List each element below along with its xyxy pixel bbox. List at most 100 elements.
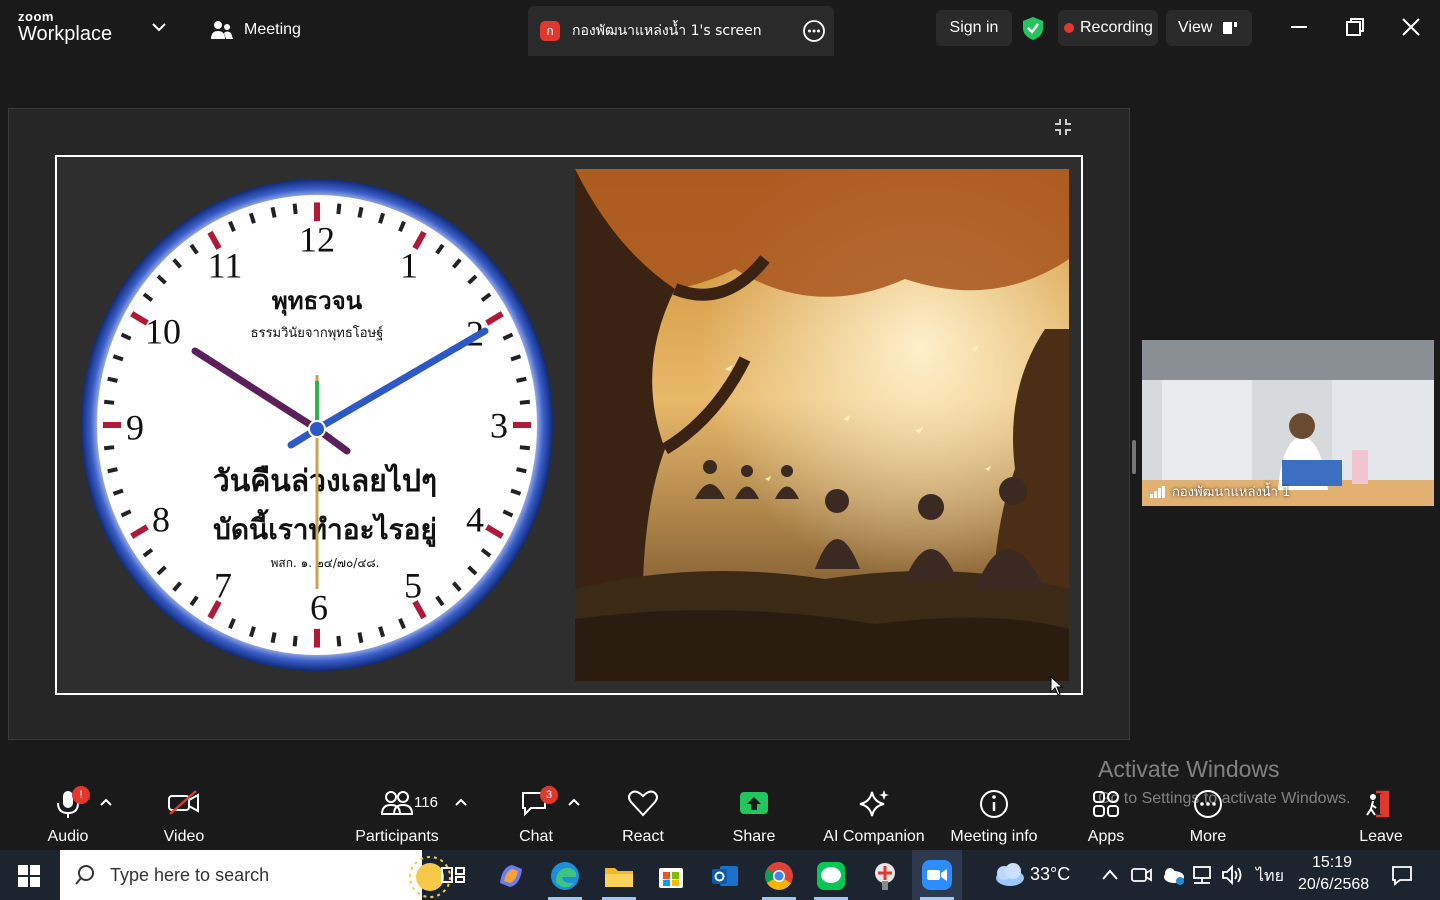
edge-browser-icon[interactable] — [548, 859, 582, 893]
sparkle-icon — [859, 790, 889, 817]
title-bar: zoom Workplace Meeting ก กองพัฒนาแหล่งน้… — [0, 0, 1440, 58]
audio-options-caret-icon[interactable] — [100, 798, 112, 806]
input-language[interactable]: ไทย — [1256, 864, 1284, 889]
participants-icon — [380, 791, 414, 815]
screen-share-banner[interactable]: ก กองพัฒนาแหล่งน้ำ 1's screen — [528, 6, 834, 56]
react-button[interactable]: React — [616, 784, 670, 846]
clock-numeral-6: 6 — [310, 587, 328, 627]
meeting-toolbar: ! Audio Video Participants 116 3 Chat Re… — [0, 778, 1440, 848]
security-shield-icon[interactable] — [1020, 15, 1046, 41]
clock-line-1: วันคืนล่วงเลยไปๆ — [213, 463, 437, 499]
clock-tick — [336, 635, 342, 647]
clock-numeral-9: 9 — [126, 407, 144, 447]
meeting-info-button[interactable]: Meeting info — [944, 784, 1044, 846]
video-label: Video — [163, 828, 205, 845]
clock-subtitle: ธรรมวินัยจากพุทธโอษฐ์ — [251, 325, 384, 341]
clock-tick — [357, 632, 364, 644]
weather-temperature[interactable]: 33°C — [1030, 864, 1070, 885]
clock-tick — [516, 376, 527, 383]
clock-numeral-8: 8 — [152, 499, 170, 539]
video-button[interactable]: Video — [156, 784, 212, 846]
taskbar-search-box[interactable]: Type here to search — [60, 850, 451, 900]
leave-door-icon — [1366, 790, 1390, 818]
camera-tray-icon[interactable] — [1130, 864, 1152, 886]
notifications-icon[interactable] — [1390, 864, 1414, 886]
leave-label: Leave — [1359, 828, 1403, 845]
clock-numeral-3: 3 — [490, 405, 508, 445]
chat-button[interactable]: 3 Chat — [514, 784, 558, 846]
volume-icon[interactable] — [1220, 864, 1244, 886]
share-button[interactable]: Share — [726, 784, 782, 846]
recording-indicator[interactable]: Recording — [1058, 10, 1158, 46]
copilot-icon[interactable] — [494, 859, 528, 893]
microsoft-store-icon[interactable] — [654, 859, 688, 893]
clock-numeral-10: 10 — [145, 311, 181, 351]
apps-label: Apps — [1087, 828, 1125, 845]
share-screen-icon — [740, 792, 768, 814]
react-label: React — [622, 828, 664, 845]
shared-screen-area[interactable]: 12 1 2 3 4 5 6 7 8 9 10 11 พุทธวจน ธรรมว… — [8, 108, 1130, 740]
snipping-tool-icon[interactable] — [868, 859, 902, 893]
meeting-info-label: Meeting info — [950, 828, 1038, 845]
clock-tick — [292, 635, 298, 647]
recording-label: Recording — [1080, 19, 1153, 36]
outlook-icon[interactable] — [708, 859, 742, 893]
more-icon — [1194, 790, 1222, 818]
participants-label: Participants — [355, 828, 439, 845]
task-view-icon[interactable] — [436, 859, 470, 893]
clock-title: พุทธวจน — [272, 287, 363, 317]
clock-tick — [519, 445, 531, 451]
presentation-slide: 12 1 2 3 4 5 6 7 8 9 10 11 พุทธวจน ธรรมว… — [55, 155, 1083, 695]
close-icon[interactable] — [1398, 14, 1424, 40]
clock-tick — [107, 376, 118, 383]
windows-start-icon[interactable] — [18, 865, 40, 887]
participant-name-tag: กองพัฒนาแหล่งน้ำ 1 — [1150, 481, 1290, 502]
recording-dot-icon — [1064, 23, 1074, 33]
clock-tick — [336, 203, 342, 215]
minimize-icon[interactable] — [1286, 14, 1312, 40]
view-button[interactable]: View — [1166, 10, 1252, 46]
restore-icon[interactable] — [1342, 14, 1368, 40]
zoom-logo: zoom Workplace — [18, 10, 128, 50]
more-options-icon[interactable] — [802, 19, 826, 43]
apps-button[interactable]: Apps — [1084, 784, 1128, 846]
signal-strength-icon — [1150, 485, 1165, 498]
clock-tick — [516, 467, 527, 474]
chat-options-caret-icon[interactable] — [568, 798, 580, 806]
line-app-icon[interactable] — [814, 859, 848, 893]
participant-video-thumbnail[interactable]: กองพัฒนาแหล่งน้ำ 1 — [1142, 340, 1434, 506]
view-layout-icon — [1223, 22, 1238, 34]
ai-companion-button[interactable]: AI Companion — [822, 784, 926, 846]
heart-icon — [628, 790, 658, 817]
chrome-icon[interactable] — [762, 859, 796, 893]
clock-date[interactable]: 20/6/2568 — [1298, 876, 1369, 894]
chevron-down-icon[interactable] — [150, 18, 168, 36]
panel-resize-handle[interactable] — [1132, 440, 1136, 474]
share-title: กองพัฒนาแหล่งน้ำ 1's screen — [572, 23, 762, 39]
weather-cloud-icon[interactable] — [990, 862, 1026, 888]
clock-time[interactable]: 15:19 — [1312, 854, 1352, 872]
info-icon — [980, 790, 1008, 818]
file-explorer-icon[interactable] — [602, 859, 636, 893]
clock-numeral-1: 1 — [400, 245, 418, 285]
clock-tick — [292, 203, 298, 215]
meeting-label: Meeting — [244, 21, 301, 38]
exit-fullscreen-icon[interactable] — [1053, 117, 1073, 137]
meeting-tab[interactable]: Meeting — [210, 16, 301, 44]
show-hidden-icons-chevron-icon[interactable] — [1100, 866, 1120, 884]
participants-options-caret-icon[interactable] — [455, 798, 467, 806]
zoom-taskbar-button[interactable] — [912, 850, 962, 900]
more-button[interactable]: More — [1184, 784, 1232, 846]
audio-button[interactable]: ! Audio — [38, 784, 98, 846]
clock-tick — [270, 632, 277, 644]
apps-icon — [1093, 791, 1119, 817]
clock-numeral-4: 4 — [466, 499, 484, 539]
leave-button[interactable]: Leave — [1356, 784, 1406, 846]
clock-numeral-7: 7 — [214, 565, 232, 605]
mouse-cursor-icon — [1050, 676, 1064, 696]
onedrive-cloud-icon[interactable] — [1160, 864, 1186, 886]
sign-in-button[interactable]: Sign in — [936, 10, 1012, 46]
zoom-window: zoom Workplace Meeting ก กองพัฒนาแหล่งน้… — [0, 0, 1440, 900]
network-icon[interactable] — [1190, 864, 1214, 886]
chat-unread-badge: 3 — [540, 786, 558, 804]
